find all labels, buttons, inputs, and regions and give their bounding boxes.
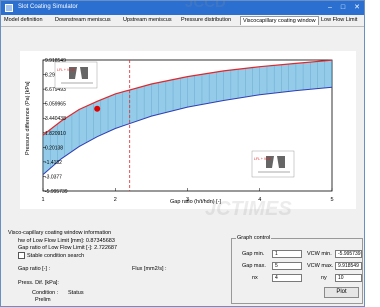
gap-min-label: Gap min. — [242, 251, 265, 257]
ny-input[interactable]: 10 — [335, 274, 362, 282]
x-tick-label: 5 — [331, 197, 334, 203]
stable-condition-row: Stable condition search — [18, 252, 84, 259]
y-tick-label: -5.995739 — [45, 189, 68, 195]
y-tick-label: -3.0377 — [45, 174, 62, 180]
plot-button[interactable]: Plot — [324, 287, 359, 298]
gap-max-label: Gap max. — [242, 263, 266, 269]
stable-condition-label: Stable condition search — [27, 252, 85, 259]
inset-upper-frame — [54, 61, 98, 89]
tab-bar: Model definition Downstream meniscus Ups… — [1, 15, 364, 27]
info-title: Visco-capillary coating window informati… — [8, 230, 112, 236]
tab-upstream-meniscus[interactable]: Upstream meniscus — [121, 16, 174, 25]
coating-window-chart: 9.9185498.2990216.6794935.0599653.440438… — [25, 58, 334, 205]
prelim-label: Prelim — [35, 297, 51, 303]
y-tick-label: 1.820910 — [45, 131, 66, 137]
app-icon — [5, 4, 13, 12]
stable-condition-checkbox[interactable] — [18, 252, 25, 259]
gap-min-input[interactable]: 1 — [272, 250, 302, 258]
x-tick-label: 1 — [42, 197, 45, 203]
graph-control-group: Graph control Gap min. 1 Gap max. 5 nx 4… — [231, 235, 363, 304]
x-tick-label: 2 — [114, 197, 117, 203]
y-tick-label: -1.4182 — [45, 160, 62, 166]
tab-viscocapillary-coating-window[interactable]: Viscocapillary coating window — [240, 16, 319, 25]
y-tick-label: 3.440438 — [45, 116, 66, 122]
maximize-button[interactable]: □ — [338, 4, 348, 12]
vcw-min-input[interactable]: -5.995739 — [335, 250, 362, 258]
condition-label: Condition : — [32, 290, 59, 296]
y-axis-label: Pressure difference (Pa) [kPa] — [25, 81, 31, 155]
gap-ratio-label: Gap ratio [-] : — [18, 266, 51, 272]
inset-upper-label: LFL + VCW — [57, 68, 76, 72]
inset-lower-label: LFL + VCE — [254, 157, 272, 161]
x-axis-label: Gap ratio (h/t/hdn) [-] — [170, 199, 222, 205]
vcw-max-input[interactable]: 9.918549 — [335, 262, 362, 270]
status-label: Status — [68, 290, 84, 296]
y-tick-label: 5.059965 — [45, 102, 66, 108]
app-window: Slot Coating Simulator – □ ✕ Model defin… — [0, 0, 365, 307]
nx-label: nx — [252, 275, 258, 281]
press-dif-label: Press. Dif. [kPa]: — [18, 280, 59, 286]
operating-point — [94, 105, 101, 112]
tab-pressure-distribution[interactable]: Pressure distribution — [179, 16, 233, 25]
close-button[interactable]: ✕ — [352, 4, 362, 12]
plot-area: 9.9185498.2990216.6794935.0599653.440438… — [20, 51, 356, 209]
minimize-button[interactable]: – — [325, 4, 335, 12]
vcw-max-label: VCW max. — [307, 263, 334, 269]
gap-max-input[interactable]: 5 — [272, 262, 302, 270]
vcw-min-label: VCW min. — [307, 251, 332, 257]
tab-downstream-meniscus[interactable]: Downstream meniscus — [53, 16, 113, 25]
window-title: Slot Coating Simulator — [18, 4, 78, 10]
info-gap-ratio-lfl: Gap ratio of Low Flow Limit [-]: 2.72268… — [18, 245, 118, 251]
info-panel: Visco-capillary coating window informati… — [4, 226, 230, 306]
x-tick-label: 4 — [258, 197, 261, 203]
flux-label: Flux [mm2/s] : — [132, 266, 167, 272]
nx-input[interactable]: 4 — [272, 274, 302, 282]
inset-lower-frame — [251, 150, 295, 178]
y-tick-label: 0.20138 — [45, 145, 63, 151]
title-bar: Slot Coating Simulator – □ ✕ — [1, 1, 364, 15]
info-hw-lfl: hw of Low Flow Limit [mm]: 0.87345683 — [18, 238, 115, 244]
tab-model-definition[interactable]: Model definition — [2, 16, 45, 25]
tab-low-flow-limit[interactable]: Low Flow Limit — [319, 16, 359, 25]
graph-control-title: Graph control — [236, 235, 272, 241]
ny-label: ny — [321, 275, 327, 281]
